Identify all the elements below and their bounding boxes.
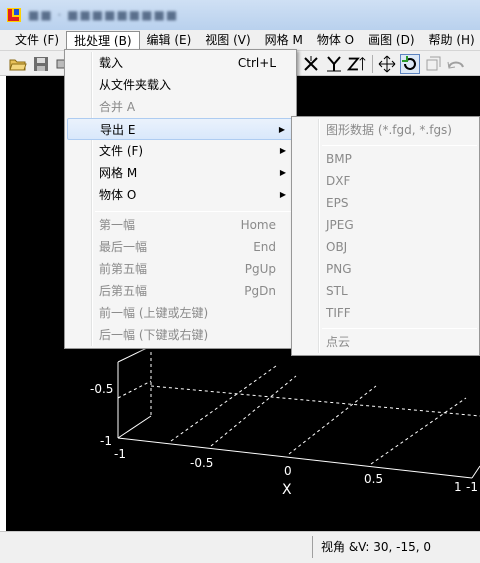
batch-menu: 载入 Ctrl+L 从文件夹载入 合并 A 导出 E ▶ 文件 (F) ▶ 网格…	[64, 49, 297, 349]
pan-icon[interactable]	[377, 54, 397, 74]
axis-x-icon[interactable]	[301, 54, 321, 74]
menu-item-object[interactable]: 物体 O ▶	[67, 184, 294, 206]
status-bar: 视角 &V: 30, -15, 0	[0, 531, 480, 563]
x-tick-label: -0.5	[190, 456, 214, 470]
undo-icon[interactable]	[446, 54, 466, 74]
menu-item-export[interactable]: 导出 E ▶	[67, 118, 294, 140]
menu-separator	[322, 145, 477, 146]
export-png[interactable]: PNG	[294, 258, 477, 280]
menu-item-prev-five[interactable]: 前第五幅 PgUp	[67, 258, 294, 280]
menu-item-mesh[interactable]: 网格 M ▶	[67, 162, 294, 184]
menu-draw[interactable]: 画图 (D)	[361, 31, 421, 49]
toolbar-separator	[372, 55, 373, 73]
open-folder-icon[interactable]	[8, 54, 28, 74]
submenu-arrow-icon: ▶	[279, 146, 286, 155]
menu-item-prev[interactable]: 前一幅 (上键或左键)	[67, 302, 294, 324]
menu-bar: 文件 (F) 批处理 (B) 编辑 (E) 视图 (V) 网格 M 物体 O 画…	[0, 30, 480, 50]
menu-file[interactable]: 文件 (F)	[8, 31, 66, 49]
menu-item-next-five[interactable]: 后第五幅 PgDn	[67, 280, 294, 302]
x-axis-title: X	[282, 482, 292, 498]
export-bmp[interactable]: BMP	[294, 148, 477, 170]
x-tick-label: -1	[114, 447, 126, 461]
axis-z-icon[interactable]	[347, 54, 367, 74]
window-title: ■■ · ■■■■■■■■■	[28, 8, 179, 22]
menu-edit[interactable]: 编辑 (E)	[140, 31, 199, 49]
menu-item-load[interactable]: 载入 Ctrl+L	[67, 52, 294, 74]
corner-tick-label: -1	[466, 480, 478, 494]
submenu-arrow-icon: ▶	[279, 190, 286, 199]
export-graph-data[interactable]: 图形数据 (*.fgd, *.fgs)	[294, 119, 477, 141]
menu-batch[interactable]: 批处理 (B)	[66, 31, 140, 49]
export-eps[interactable]: EPS	[294, 192, 477, 214]
menu-view[interactable]: 视图 (V)	[198, 31, 257, 49]
menu-item-merge[interactable]: 合并 A	[67, 96, 294, 118]
x-tick-label: 0	[284, 464, 292, 478]
export-obj[interactable]: OBJ	[294, 236, 477, 258]
x-tick-label: 0.5	[364, 472, 384, 486]
title-bar: ■■ · ■■■■■■■■■	[0, 0, 480, 30]
save-icon[interactable]	[31, 54, 51, 74]
export-dxf[interactable]: DXF	[294, 170, 477, 192]
menu-item-next[interactable]: 后一幅 (下键或右键)	[67, 324, 294, 346]
menu-object[interactable]: 物体 O	[310, 31, 361, 49]
menu-separator	[95, 211, 294, 212]
submenu-arrow-icon: ▶	[279, 168, 286, 177]
view-angle-status: 视角 &V: 30, -15, 0	[312, 536, 480, 558]
menu-separator	[322, 328, 477, 329]
export-tiff[interactable]: TIFF	[294, 302, 477, 324]
export-submenu: 图形数据 (*.fgd, *.fgs) BMP DXF EPS JPEG OBJ…	[291, 116, 480, 356]
axis-y-icon[interactable]	[324, 54, 344, 74]
menu-item-first[interactable]: 第一幅 Home	[67, 214, 294, 236]
export-jpeg[interactable]: JPEG	[294, 214, 477, 236]
app-icon	[7, 8, 21, 22]
y-tick-label: -1	[100, 434, 112, 448]
rotate-icon[interactable]	[400, 54, 420, 74]
export-stl[interactable]: STL	[294, 280, 477, 302]
y-tick-label: -0.5	[90, 382, 114, 396]
menu-item-file[interactable]: 文件 (F) ▶	[67, 140, 294, 162]
copy-object-icon[interactable]	[423, 54, 443, 74]
x-tick-label: 1	[454, 480, 462, 494]
menu-item-last[interactable]: 最后一幅 End	[67, 236, 294, 258]
menu-help[interactable]: 帮助 (H)	[422, 31, 480, 49]
export-point-cloud[interactable]: 点云	[294, 331, 477, 353]
menu-mesh[interactable]: 网格 M	[258, 31, 310, 49]
menu-item-load-folder[interactable]: 从文件夹载入	[67, 74, 294, 96]
submenu-arrow-icon: ▶	[278, 125, 285, 134]
